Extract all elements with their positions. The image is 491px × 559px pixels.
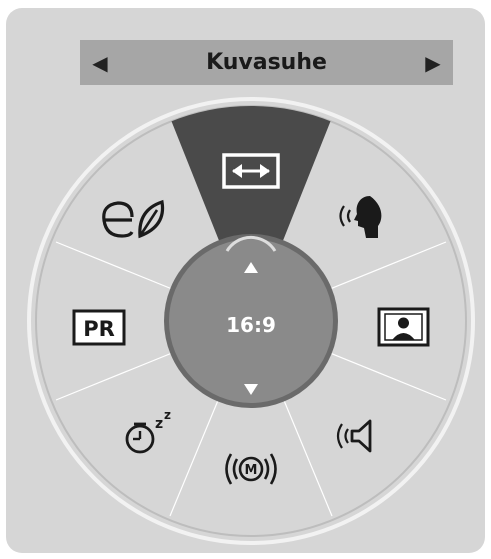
- pr-icon: PR: [72, 309, 126, 346]
- dial-item-program-list[interactable]: PR: [72, 309, 126, 346]
- quick-menu-dial: M z z PR: [27, 97, 475, 545]
- svg-text:z: z: [155, 416, 163, 432]
- picture-icon: [377, 307, 430, 347]
- svg-text:PR: PR: [83, 317, 115, 341]
- aspect-ratio-value: 16:9: [226, 313, 276, 337]
- svg-text:z: z: [164, 408, 171, 422]
- dial-item-picture-mode[interactable]: [377, 307, 430, 347]
- svg-text:M: M: [245, 463, 258, 478]
